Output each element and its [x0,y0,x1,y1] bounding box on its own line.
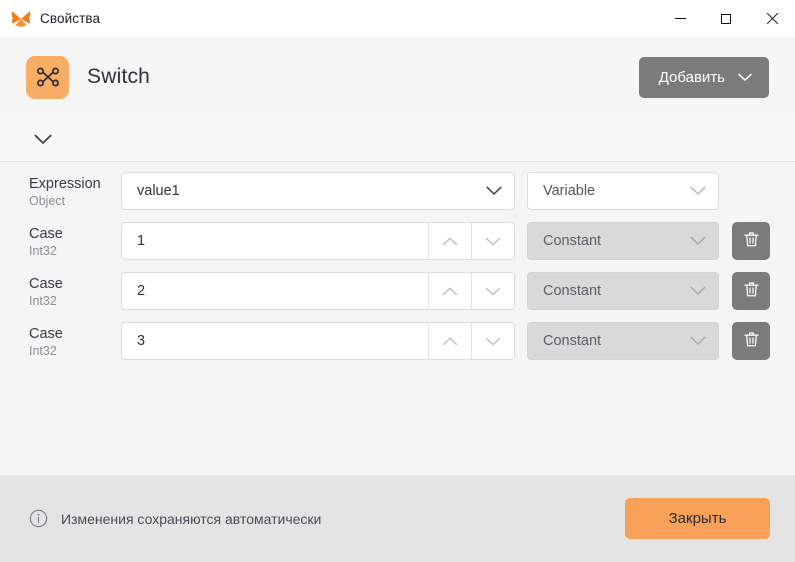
case-value-input[interactable]: 1 [122,223,428,259]
property-type: Int32 [29,344,57,359]
value-kind-label: Constant [543,283,602,299]
property-row: Case Int32 1 Constant [0,222,795,272]
title-bar: Свойства [0,0,795,37]
maximize-icon [721,13,731,24]
minimize-icon [674,18,686,19]
case-value-input[interactable]: 3 [122,323,428,359]
property-label: Expression [29,176,101,192]
case-number-field[interactable]: 3 [121,322,515,360]
property-type: Int32 [29,294,57,309]
property-field-group: 2 Constant [121,272,770,310]
value-kind-select[interactable]: Variable [527,172,719,210]
value-kind-label: Variable [543,183,596,199]
delete-case-button[interactable] [732,322,770,360]
add-button[interactable]: Добавить [638,56,769,98]
chevron-down-icon [690,236,706,246]
autosave-note: Изменения сохраняются автоматически [29,509,321,528]
delete-placeholder [732,172,770,210]
window-title: Свойства [40,11,101,26]
stepper-up-icon[interactable] [428,223,471,259]
chevron-down-icon [738,70,752,85]
property-label-cell: Case Int32 [29,322,121,358]
stepper-down-icon[interactable] [471,223,514,259]
expression-value: value1 [137,183,180,199]
properties-window: Свойства Switch Добавить Expression Obje… [0,0,795,562]
value-kind-select[interactable]: Constant [527,322,719,360]
expression-combobox[interactable]: value1 [121,172,515,210]
footer-bar: Изменения сохраняются автоматически Закр… [0,475,795,562]
property-label-cell: Expression Object [29,172,121,208]
property-label: Case [29,226,63,242]
property-label-cell: Case Int32 [29,222,121,258]
chevron-down-icon [690,186,706,196]
chevron-down-icon [486,186,502,196]
properties-list: Expression Object value1 Variable Case I… [0,162,795,475]
value-kind-select[interactable]: Constant [527,222,719,260]
add-button-label: Добавить [658,68,725,86]
property-label-cell: Case Int32 [29,272,121,308]
property-row: Case Int32 2 Constant [0,272,795,322]
node-header: Switch Добавить [0,37,795,117]
property-field-group: 1 Constant [121,222,770,260]
minimize-button[interactable] [657,0,703,37]
section-collapse-row [0,117,795,162]
property-field-group: value1 Variable [121,172,770,210]
property-row: Case Int32 3 Constant [0,322,795,372]
delete-case-button[interactable] [732,272,770,310]
stepper-up-icon[interactable] [428,323,471,359]
info-circle-icon [29,509,48,528]
trash-icon [742,330,761,352]
property-field-group: 3 Constant [121,322,770,360]
close-icon [766,13,778,25]
property-label: Case [29,326,63,342]
butterfly-icon [11,9,31,29]
value-kind-label: Constant [543,333,602,349]
chevron-down-icon [690,336,706,346]
stepper-down-icon[interactable] [471,323,514,359]
delete-case-button[interactable] [732,222,770,260]
page-title: Switch [87,65,151,88]
case-number-field[interactable]: 2 [121,272,515,310]
expander-chevron-down-icon[interactable] [30,126,56,152]
close-dialog-button[interactable]: Закрыть [625,498,770,539]
trash-icon [742,230,761,252]
value-kind-select[interactable]: Constant [527,272,719,310]
chevron-down-icon [690,286,706,296]
maximize-button[interactable] [703,0,749,37]
property-label: Case [29,276,63,292]
switch-node-icon [26,55,69,99]
property-type: Object [29,194,66,209]
window-controls [657,0,795,37]
case-value-input[interactable]: 2 [122,273,428,309]
trash-icon [742,280,761,302]
close-window-button[interactable] [749,0,795,37]
case-number-field[interactable]: 1 [121,222,515,260]
stepper-down-icon[interactable] [471,273,514,309]
autosave-text: Изменения сохраняются автоматически [61,510,322,527]
property-type: Int32 [29,244,57,259]
property-row: Expression Object value1 Variable [0,172,795,222]
value-kind-label: Constant [543,233,602,249]
stepper-up-icon[interactable] [428,273,471,309]
